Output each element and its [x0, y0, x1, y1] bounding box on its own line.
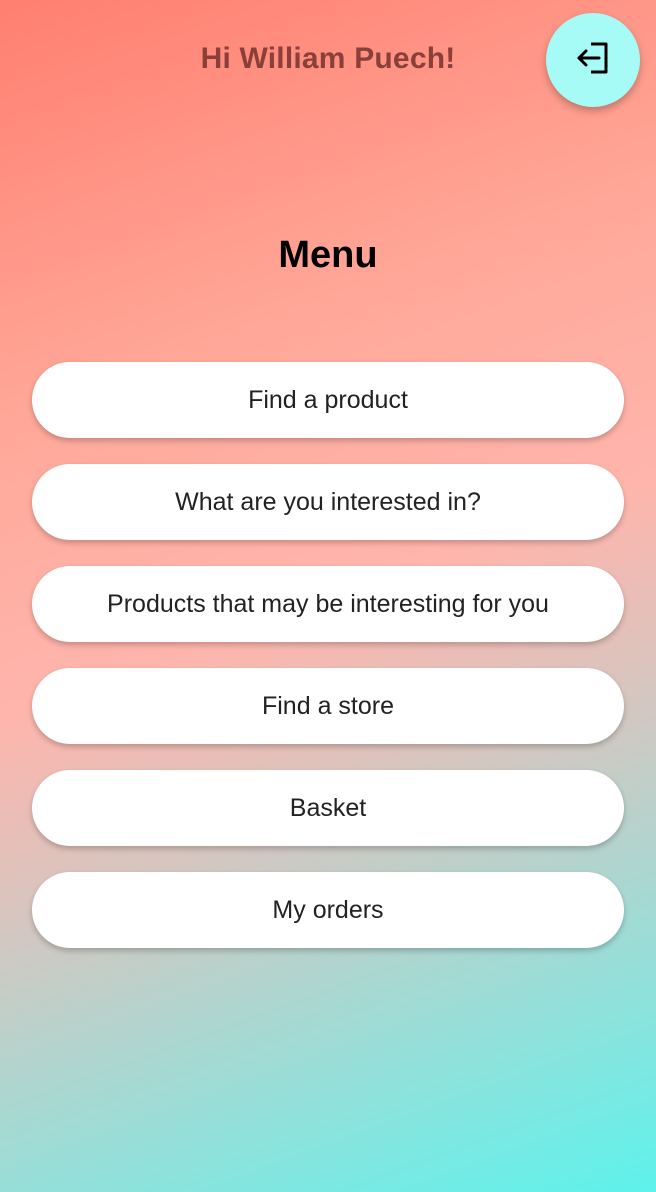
menu-list: Find a product What are you interested i… — [32, 362, 624, 974]
menu-title: Menu — [278, 234, 378, 276]
basket-button[interactable]: Basket — [32, 770, 624, 846]
logout-button[interactable] — [546, 13, 640, 107]
logout-icon — [573, 38, 613, 83]
my-orders-button[interactable]: My orders — [32, 872, 624, 948]
recommended-products-button[interactable]: Products that may be interesting for you — [32, 566, 624, 642]
find-store-button[interactable]: Find a store — [32, 668, 624, 744]
find-product-button[interactable]: Find a product — [32, 362, 624, 438]
interests-button[interactable]: What are you interested in? — [32, 464, 624, 540]
